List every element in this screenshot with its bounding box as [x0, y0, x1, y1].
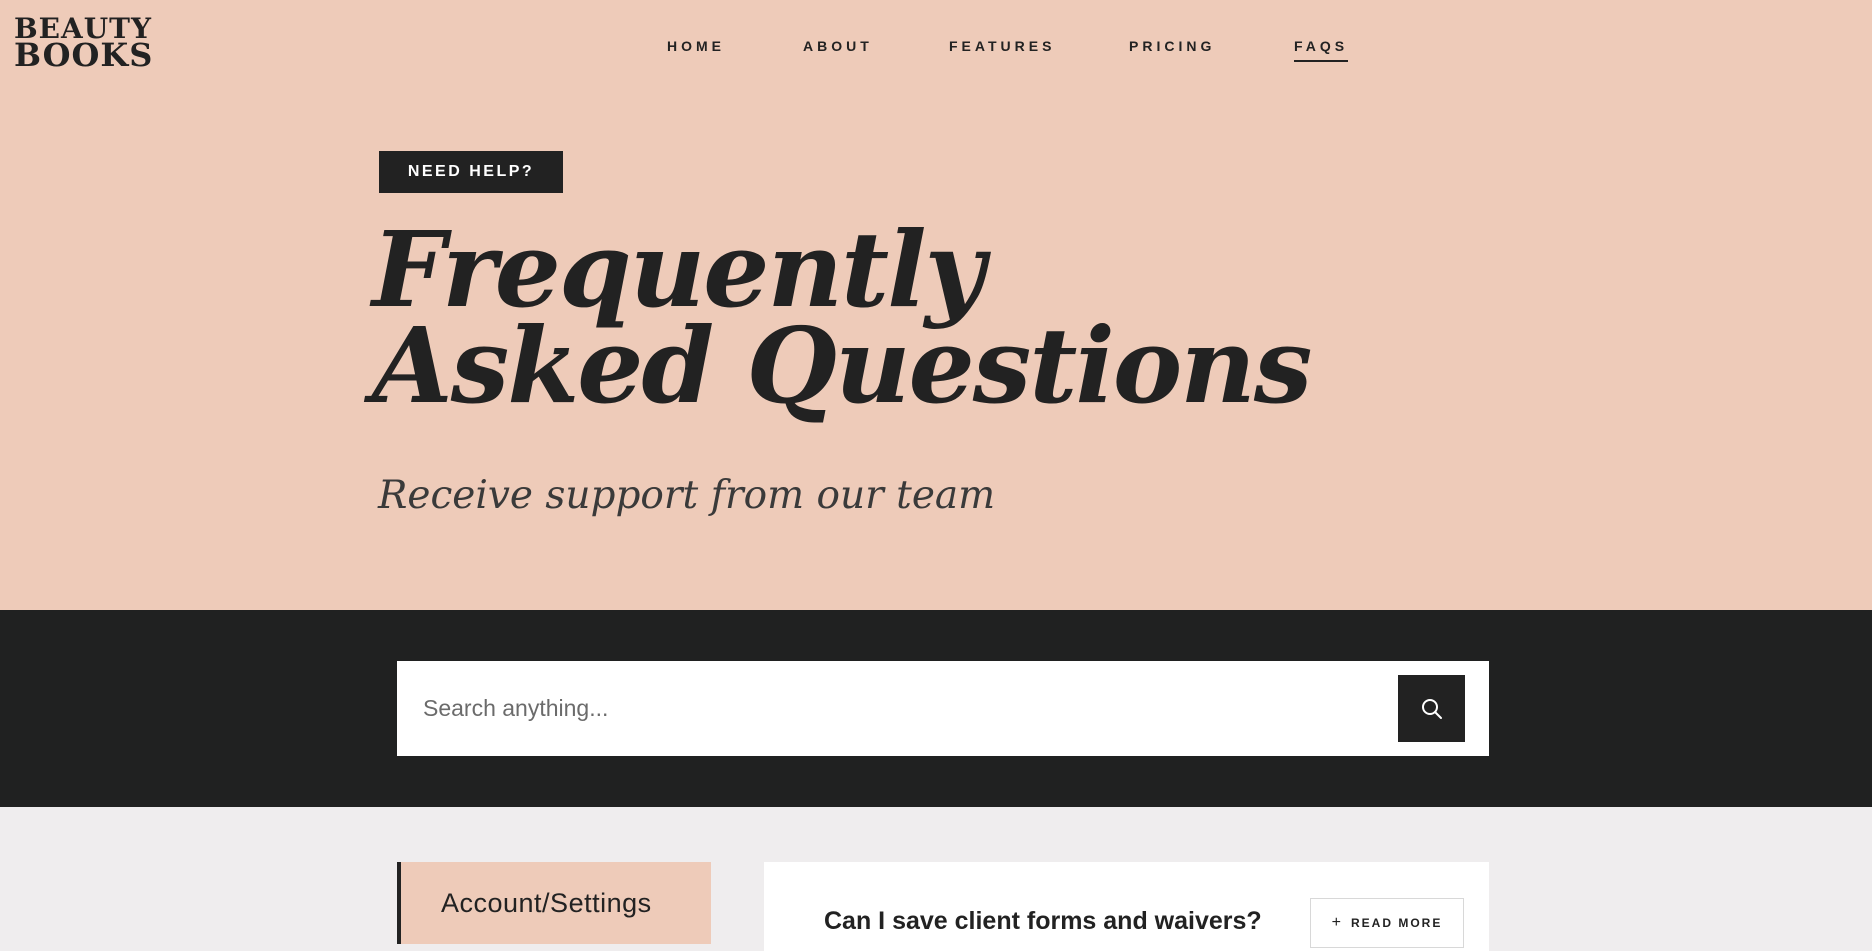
search-section	[0, 610, 1872, 807]
nav-item-pricing[interactable]: PRICING	[1129, 38, 1215, 54]
category-tab-account-settings[interactable]: Account/Settings	[397, 862, 711, 944]
nav-item-faqs[interactable]: FAQS	[1294, 38, 1349, 62]
page-title: Frequently Asked Questions	[372, 218, 1312, 427]
search-input[interactable]	[397, 661, 1377, 756]
search-button[interactable]	[1398, 675, 1465, 742]
hero-section: BEAUTY BOOKS HOME ABOUT FEATURES PRICING…	[0, 0, 1872, 610]
page-title-line2: Asked Questions	[372, 304, 1312, 427]
read-more-label: READ MORE	[1351, 916, 1443, 930]
page-subtitle: Receive support from our team	[378, 473, 996, 518]
need-help-badge: NEED HELP?	[379, 151, 563, 193]
search-box	[397, 661, 1489, 756]
nav-item-about[interactable]: ABOUT	[803, 38, 873, 54]
main-nav: HOME ABOUT FEATURES PRICING FAQS	[0, 38, 1872, 68]
nav-item-home[interactable]: HOME	[667, 38, 725, 54]
faq-question: Can I save client forms and waivers?	[824, 907, 1262, 935]
read-more-button[interactable]: + READ MORE	[1310, 898, 1464, 948]
nav-item-features[interactable]: FEATURES	[949, 38, 1055, 54]
plus-icon: +	[1331, 914, 1343, 931]
faq-item: Can I save client forms and waivers? + R…	[764, 862, 1489, 951]
search-icon	[1420, 697, 1444, 721]
